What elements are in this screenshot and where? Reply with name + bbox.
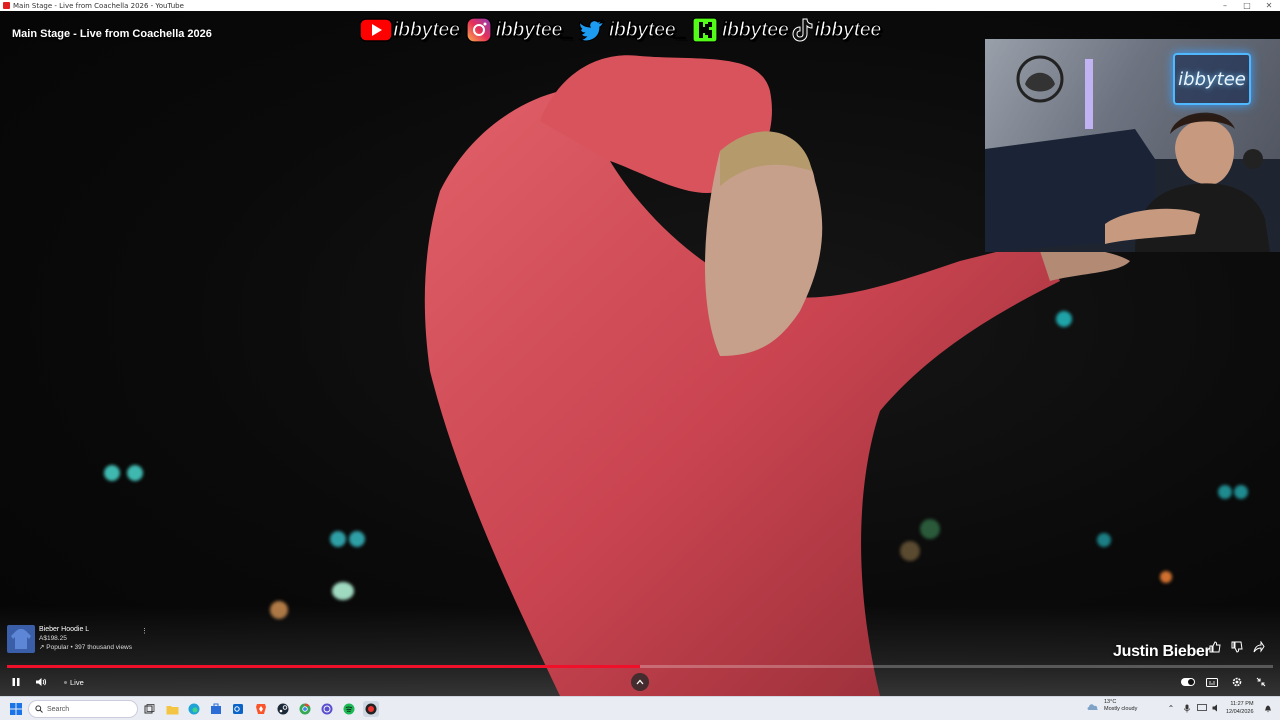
- network-icon[interactable]: [1197, 703, 1207, 713]
- search-icon: [35, 705, 43, 713]
- search-placeholder: Search: [47, 705, 70, 713]
- live-label: Live: [70, 677, 84, 687]
- clock-date: 12/04/2026: [1226, 709, 1254, 715]
- social-handle-youtube: ibbytee: [392, 18, 460, 41]
- file-explorer-icon[interactable]: [164, 701, 180, 717]
- hoodie-thumbnail-icon: [7, 625, 35, 653]
- tray-chevron-icon[interactable]: ⌃: [1166, 703, 1176, 713]
- more-options-icon[interactable]: ⋮: [141, 627, 148, 635]
- social-handle-instagram: ibbytee_: [495, 18, 574, 41]
- close-button[interactable]: ✕: [1258, 0, 1280, 11]
- product-card[interactable]: Bieber Hoodie L A$198.25 ↗ Popular • 397…: [7, 625, 148, 657]
- social-handle-kick: ibbytee: [721, 18, 789, 41]
- obs-studio-icon[interactable]: [319, 701, 335, 717]
- social-handle-twitter: ibbytee_: [608, 18, 687, 41]
- microsoft-store-icon[interactable]: [208, 701, 224, 717]
- window-titlebar: Main Stage - Live from Coachella 2026 - …: [0, 0, 1280, 11]
- minimize-button[interactable]: –: [1214, 0, 1236, 11]
- clock-time: 11:27 PM: [1230, 701, 1254, 707]
- thumbs-down-icon[interactable]: [1230, 640, 1244, 654]
- brave-browser-icon[interactable]: [253, 701, 269, 717]
- youtube-favicon-icon: [3, 2, 10, 9]
- product-meta: ↗ Popular • 397 thousand views: [39, 644, 132, 651]
- taskbar-search-box[interactable]: Search: [28, 700, 138, 718]
- speaker-icon[interactable]: [1211, 703, 1221, 713]
- artist-name-overlay: Justin Bieber: [1113, 643, 1211, 660]
- chrome-icon[interactable]: [297, 701, 313, 717]
- reaction-buttons: [1208, 640, 1266, 654]
- streamer-webcam: ibbytee: [985, 39, 1280, 252]
- video-player[interactable]: Main Stage - Live from Coachella 2026 ib…: [0, 11, 1280, 696]
- weather-description: Mostly cloudy: [1104, 706, 1138, 712]
- live-dot-icon: [64, 680, 67, 684]
- neon-sign: ibbytee: [1173, 53, 1251, 105]
- outlook-icon[interactable]: [230, 701, 246, 717]
- twitter-icon: [575, 17, 609, 43]
- captions-icon[interactable]: [1204, 674, 1220, 690]
- product-price: A$198.25: [39, 635, 67, 642]
- kick-icon: [688, 17, 722, 43]
- steam-icon[interactable]: [275, 701, 291, 717]
- social-handles-banner: ibbytee ibbytee_ ibbytee_ ibbytee ibbyte…: [359, 15, 883, 45]
- spotify-icon[interactable]: [341, 701, 357, 717]
- volume-icon[interactable]: [33, 674, 49, 690]
- weather-temperature: 13°C: [1104, 699, 1117, 705]
- windows-start-icon[interactable]: [8, 701, 24, 717]
- exit-fullscreen-icon[interactable]: [1253, 674, 1269, 690]
- window-title: Main Stage - Live from Coachella 2026 - …: [13, 1, 184, 10]
- product-name: Bieber Hoodie L: [39, 626, 90, 633]
- thumbs-up-icon[interactable]: [1208, 640, 1222, 654]
- playback-progress-bar[interactable]: [7, 665, 1273, 668]
- maximize-button[interactable]: □: [1236, 0, 1258, 11]
- instagram-icon: [462, 17, 496, 43]
- settings-gear-icon[interactable]: [1229, 674, 1245, 690]
- notification-bell-icon[interactable]: [1263, 703, 1273, 713]
- autoplay-toggle[interactable]: [1180, 674, 1196, 690]
- taskbar-clock[interactable]: 11:27 PM 12/04/2026: [1226, 700, 1254, 716]
- video-title: Main Stage - Live from Coachella 2026: [12, 28, 212, 40]
- social-handle-tiktok: ibbytee: [814, 18, 882, 41]
- player-controls: Live: [0, 672, 1280, 692]
- social-kick: ibbytee: [688, 17, 789, 43]
- pause-button[interactable]: [8, 674, 24, 690]
- cloudy-weather-icon: [1087, 704, 1098, 710]
- toggle-switch: [1181, 678, 1195, 686]
- windows-taskbar: Search 13°C Mostly cloudy ⌃ 11:27 PM 12/…: [0, 696, 1280, 720]
- live-indicator[interactable]: Live: [64, 674, 84, 690]
- social-tiktok: ibbytee: [790, 17, 882, 43]
- social-instagram: ibbytee_: [462, 17, 574, 43]
- microphone-icon[interactable]: [1182, 703, 1192, 713]
- weather-widget[interactable]: 13°C Mostly cloudy: [1086, 699, 1137, 713]
- task-view-icon[interactable]: [141, 701, 157, 717]
- edge-browser-icon[interactable]: [186, 701, 202, 717]
- tiktok-icon: [790, 17, 814, 43]
- progress-fill: [7, 665, 640, 668]
- chrome-active-icon[interactable]: [363, 701, 379, 717]
- expand-up-chevron-icon[interactable]: [631, 673, 649, 691]
- social-youtube: ibbytee: [359, 17, 461, 43]
- social-twitter: ibbytee_: [575, 17, 687, 43]
- youtube-icon: [359, 17, 393, 43]
- share-icon[interactable]: [1252, 640, 1266, 654]
